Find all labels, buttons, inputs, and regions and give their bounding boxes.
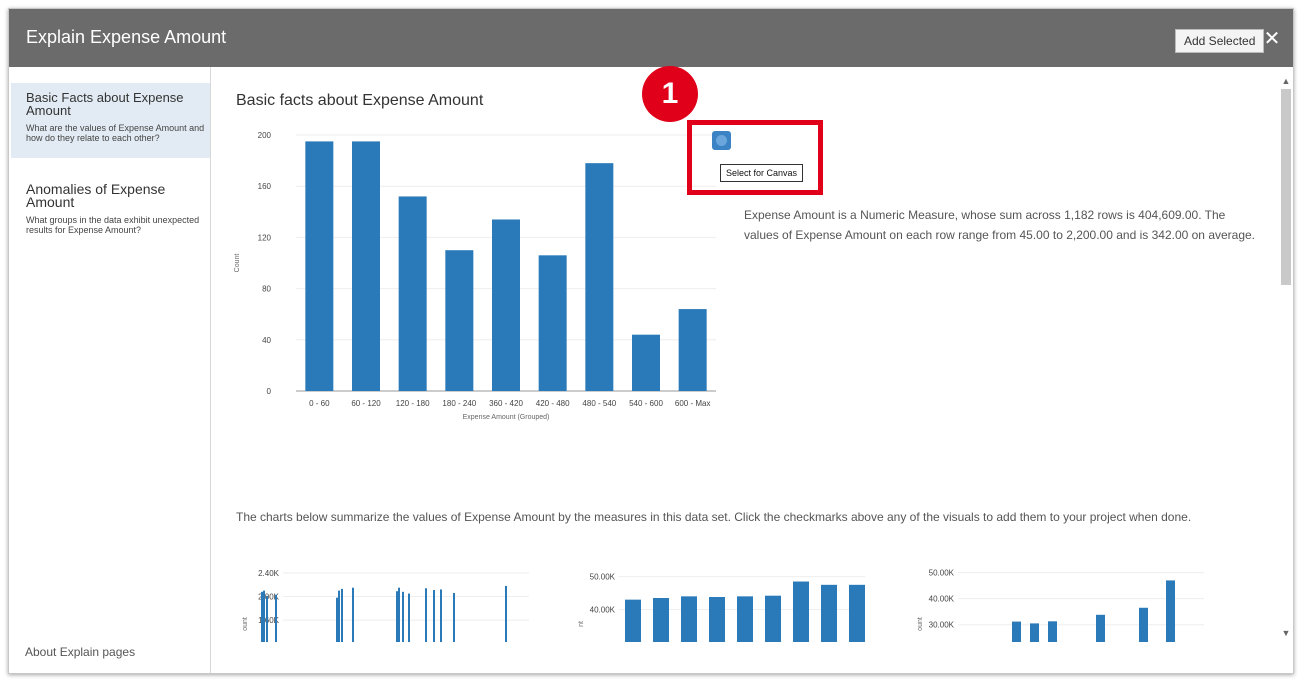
mini-bar: [266, 595, 268, 642]
mini-bar: [625, 599, 641, 642]
sidebar-item-anomalies[interactable]: Anomalies of Expense Amount What groups …: [11, 175, 210, 255]
mini-bar: [1139, 607, 1148, 642]
histogram-bar: [632, 334, 660, 391]
mini-bar: [402, 591, 404, 642]
sidebar: Basic Facts about Expense Amount What ar…: [9, 67, 211, 673]
mini-bar: [709, 597, 725, 642]
scrollbar-thumb[interactable]: [1281, 89, 1291, 285]
mini-bar: [275, 594, 277, 642]
mini-bar: [440, 589, 442, 642]
histogram-bar: [492, 219, 520, 391]
x-tick-label: 180 - 240: [442, 399, 476, 408]
x-tick-label: 420 - 480: [536, 399, 570, 408]
add-selected-button[interactable]: Add Selected: [1175, 29, 1265, 53]
mini-bar: [653, 598, 669, 642]
x-tick-label: 360 - 420: [489, 399, 523, 408]
dialog-header: Explain Expense Amount Add Selected ✕: [9, 9, 1293, 67]
sidebar-item-title: Basic Facts about Expense Amount: [26, 90, 184, 118]
histogram-bar: [678, 309, 707, 391]
mini-bar: [681, 596, 697, 642]
sidebar-item-desc: What are the values of Expense Amount an…: [26, 123, 205, 143]
mini-bar: [1166, 580, 1175, 642]
y-tick-label: 0: [267, 387, 272, 396]
y-tick-label: 50.00K: [590, 573, 616, 582]
y-axis-title: ount: [917, 617, 924, 631]
y-axis-title: nt: [578, 621, 585, 627]
scroll-up-icon[interactable]: ▲: [1281, 75, 1291, 87]
x-tick-label: 600 - Max: [675, 399, 711, 408]
mini-bar: [849, 584, 865, 642]
measure-description: Expense Amount is a Numeric Measure, who…: [744, 208, 1256, 242]
about-explain-link[interactable]: About Explain pages: [25, 645, 135, 659]
mini-bar: [765, 595, 781, 642]
mini-bar: [821, 584, 837, 642]
mini-bar: [352, 587, 354, 642]
y-tick-label: 2.40K: [258, 569, 280, 578]
mini-bar: [1030, 623, 1039, 642]
mini-bar: [408, 593, 410, 642]
y-tick-label: 120: [258, 233, 272, 242]
mini-bar: [336, 597, 338, 642]
y-tick-label: 40.00K: [590, 606, 616, 615]
x-tick-label: 120 - 180: [396, 399, 430, 408]
y-axis-title: Count: [234, 254, 241, 273]
y-tick-label: 40.00K: [929, 595, 955, 604]
mini-bar: [1048, 621, 1057, 642]
x-tick-label: 480 - 540: [582, 399, 616, 408]
sidebar-item-title: Anomalies of Expense Amount: [26, 181, 166, 210]
mini-bar: [737, 596, 753, 642]
x-tick-label: 540 - 600: [629, 399, 663, 408]
histogram-bar: [398, 196, 427, 391]
y-tick-label: 200: [258, 131, 272, 140]
summary-text: The charts below summarize the values of…: [236, 510, 1192, 524]
y-tick-label: 50.00K: [929, 569, 955, 578]
mini-bar: [398, 587, 400, 642]
mini-bar: [1096, 614, 1105, 642]
expense-histogram: 200 160 120 80 40 0 0 - 60 60 - 120 120 - 180 180…: [234, 131, 716, 421]
sidebar-item-desc: What groups in the data exhibit unexpect…: [26, 215, 200, 235]
mini-chart-2: 50.00K 40.00K nt: [578, 573, 865, 642]
mini-bar: [396, 591, 398, 642]
mini-chart-1: 2.40K2.00K1.60Kount: [242, 569, 529, 642]
section-title: Basic facts about Expense Amount: [236, 92, 484, 109]
mini-chart-3: 50.00K 40.00K 30.00K ount: [917, 569, 1204, 642]
y-tick-label: 30.00K: [929, 621, 955, 630]
mini-bar: [263, 590, 265, 642]
histogram-bar: [352, 141, 380, 391]
mini-bar: [453, 592, 455, 642]
mini-bar: [793, 581, 809, 642]
histogram-bar: [305, 141, 334, 391]
histogram-bar: [585, 163, 614, 391]
close-icon[interactable]: ✕: [1262, 28, 1282, 50]
dialog-title: Explain Expense Amount: [26, 27, 227, 47]
callout-number: 1: [642, 66, 698, 122]
mini-bar: [1012, 621, 1021, 642]
y-axis-title: ount: [242, 617, 249, 631]
callout-highlight: [687, 120, 823, 195]
mini-bar: [425, 588, 427, 642]
sidebar-item-basic-facts[interactable]: Basic Facts about Expense Amount What ar…: [11, 83, 210, 158]
scroll-down-icon[interactable]: ▼: [1281, 627, 1291, 639]
x-axis-title: Expense Amount (Grouped): [463, 414, 550, 421]
y-tick-label: 40: [262, 336, 271, 345]
histogram-bar: [538, 255, 567, 391]
explain-dialog: Explain Expense Amount Add Selected ✕ Ba…: [8, 8, 1294, 674]
y-tick-label: 80: [262, 285, 271, 294]
histogram-bar: [445, 250, 474, 391]
mini-bar: [341, 588, 343, 642]
x-tick-label: 60 - 120: [351, 399, 381, 408]
mini-bar: [505, 585, 507, 642]
mini-bar: [261, 591, 263, 642]
mini-bar: [338, 590, 340, 642]
x-tick-label: 0 - 60: [309, 399, 330, 408]
mini-bar: [433, 590, 435, 642]
y-tick-label: 160: [258, 182, 272, 191]
